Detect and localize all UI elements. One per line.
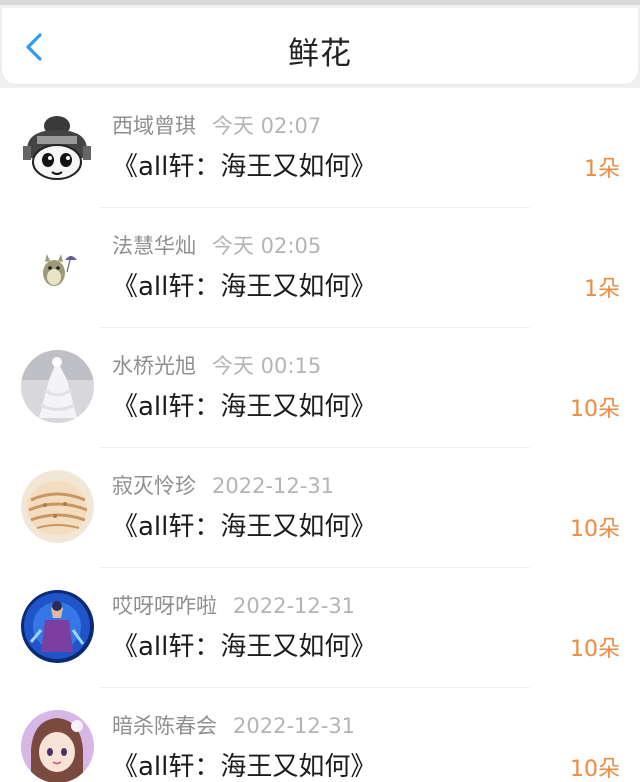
list-item[interactable]: 寂灭怜珍 2022-12-31 《all轩：海王又如何》 10朵 [0, 448, 640, 568]
username[interactable]: 法慧华灿 [112, 234, 196, 258]
work-title[interactable]: 《all轩：海王又如何》 [112, 506, 376, 543]
username[interactable]: 西域曾琪 [112, 114, 196, 138]
username[interactable]: 水桥光旭 [112, 354, 196, 378]
seashell-avatar[interactable] [21, 470, 94, 543]
timestamp: 今天 00:15 [212, 354, 322, 378]
username-row: 哎呀呀咋啦 2022-12-31 [112, 590, 355, 620]
flower-count: 10朵 [570, 517, 620, 542]
list-item[interactable]: 西域曾琪 今天 02:07 《all轩：海王又如何》 1朵 [0, 88, 640, 208]
flower-count: 1朵 [584, 157, 620, 182]
work-title[interactable]: 《all轩：海王又如何》 [112, 146, 376, 183]
list-item[interactable]: 水桥光旭 今天 00:15 《all轩：海王又如何》 10朵 [0, 328, 640, 448]
timestamp: 今天 02:05 [212, 234, 322, 258]
status-strip [0, 0, 640, 5]
list-item[interactable]: 暗杀陈春会 2022-12-31 《all轩：海王又如何》 10朵 [0, 688, 640, 782]
list-item[interactable]: 哎呀呀咋啦 2022-12-31 《all轩：海王又如何》 10朵 [0, 568, 640, 688]
top-bar: 鲜花 [2, 8, 638, 84]
cartoon-girl-bun-avatar[interactable] [21, 110, 94, 183]
username-row: 西域曾琪 今天 02:07 [112, 110, 321, 140]
flower-count: 10朵 [570, 637, 620, 662]
timestamp: 2022-12-31 [212, 474, 335, 498]
work-title[interactable]: 《all轩：海王又如何》 [112, 386, 376, 423]
work-title[interactable]: 《all轩：海王又如何》 [112, 746, 376, 782]
timestamp: 2022-12-31 [233, 594, 356, 618]
work-title[interactable]: 《all轩：海王又如何》 [112, 626, 376, 663]
username-row: 寂灭怜珍 2022-12-31 [112, 470, 334, 500]
white-dress-avatar[interactable] [21, 350, 94, 423]
flower-list: 西域曾琪 今天 02:07 《all轩：海王又如何》 1朵 法慧华灿 今天 02:0… [0, 88, 640, 782]
flower-count: 10朵 [570, 397, 620, 422]
blue-game-character-avatar[interactable] [21, 590, 94, 663]
anime-girl-avatar[interactable] [21, 710, 94, 782]
username[interactable]: 哎呀呀咋啦 [112, 594, 217, 618]
list-item[interactable]: 法慧华灿 今天 02:05 《all轩：海王又如何》 1朵 [0, 208, 640, 328]
username-row: 暗杀陈春会 2022-12-31 [112, 710, 355, 740]
username[interactable]: 寂灭怜珍 [112, 474, 196, 498]
flower-count: 1朵 [584, 277, 620, 302]
username[interactable]: 暗杀陈春会 [112, 714, 217, 738]
timestamp: 2022-12-31 [233, 714, 356, 738]
username-row: 法慧华灿 今天 02:05 [112, 230, 321, 260]
username-row: 水桥光旭 今天 00:15 [112, 350, 321, 380]
flower-count: 10朵 [570, 757, 620, 782]
work-title[interactable]: 《all轩：海王又如何》 [112, 266, 376, 303]
page-title: 鲜花 [288, 36, 352, 72]
totoro-avatar[interactable] [21, 230, 94, 303]
timestamp: 今天 02:07 [212, 114, 322, 138]
